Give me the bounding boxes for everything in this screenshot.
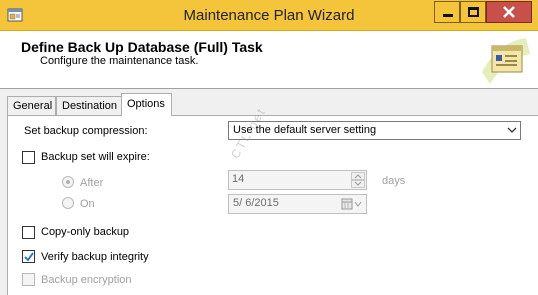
chevron-up-icon [354,174,362,179]
checkmark-icon [24,252,34,262]
calendar-icon[interactable] [341,198,363,210]
compression-label: Set backup compression: [24,125,148,137]
page-title: Define Back Up Database (Full) Task [21,39,263,55]
tab-general[interactable]: General [7,96,56,115]
on-radio[interactable] [62,197,74,209]
encryption-checkbox[interactable] [22,273,35,286]
close-icon [503,6,515,18]
close-button[interactable] [486,1,532,23]
after-radio[interactable] [62,176,74,188]
expire-date-picker[interactable]: 5/ 6/2015 [228,194,367,214]
maximize-icon [468,7,479,17]
maximize-button[interactable] [460,1,486,23]
verify-label: Verify backup integrity [41,251,149,263]
page-subtitle: Configure the maintenance task. [40,55,199,67]
days-label: days [382,175,406,187]
after-label: After [80,177,104,189]
expire-label: Backup set will expire: [41,151,150,163]
on-label: On [80,198,95,210]
expire-days-value: 14 [232,173,245,185]
tab-destination[interactable]: Destination [56,96,122,115]
copy-only-label: Copy-only backup [41,226,130,238]
copy-only-checkbox[interactable] [22,226,35,239]
wizard-graphic-icon [478,32,534,88]
spin-up-button[interactable] [351,172,365,180]
chevron-down-icon [354,181,362,186]
encryption-label: Backup encryption [41,274,132,286]
minimize-button[interactable] [434,1,460,23]
compression-select[interactable]: Use the default server setting [228,121,521,140]
expire-checkbox[interactable] [22,151,35,164]
verify-checkbox[interactable] [22,250,35,263]
expire-days-input[interactable]: 14 [228,170,367,190]
minimize-icon [443,14,453,17]
radio-selected-dot [66,180,70,184]
tab-options[interactable]: Options [121,93,172,116]
wizard-header: Define Back Up Database (Full) Task Conf… [0,31,538,89]
spin-down-button[interactable] [351,180,365,188]
expire-date-value: 5/ 6/2015 [233,197,279,209]
chevron-down-icon [507,127,517,133]
title-bar: Maintenance Plan Wizard [0,0,538,31]
